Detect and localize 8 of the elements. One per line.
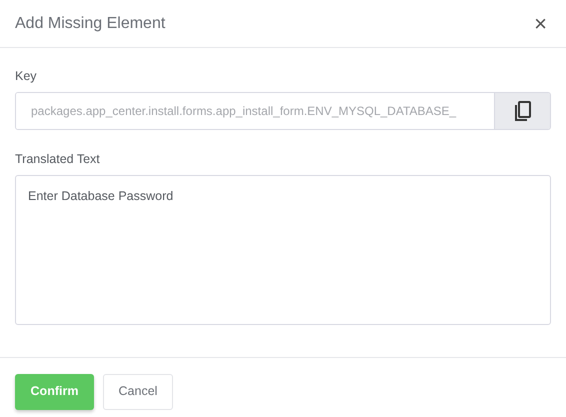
cancel-button[interactable]: Cancel bbox=[103, 374, 173, 410]
dialog-title: Add Missing Element bbox=[15, 14, 166, 34]
field-label: Key bbox=[15, 68, 37, 85]
copy-button[interactable] bbox=[494, 92, 550, 129]
copy-icon bbox=[512, 100, 532, 122]
close-button[interactable]: × bbox=[530, 12, 551, 34]
field-label: Translated Text bbox=[15, 150, 100, 168]
translated-text-field[interactable]: Enter Database Password bbox=[15, 174, 551, 324]
